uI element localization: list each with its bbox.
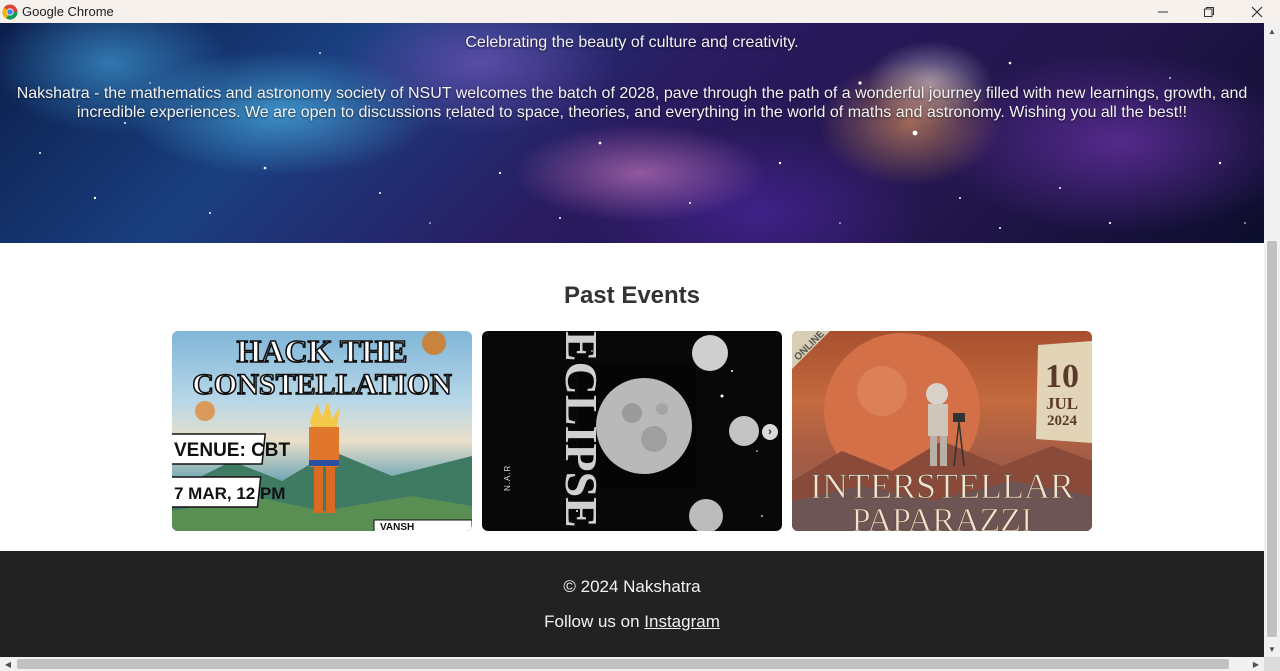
starfield-background [39, 47, 1246, 229]
hack-venue: VENUE: CBT [174, 440, 291, 461]
eclipse-vertical-text: ECLIPSE [556, 331, 607, 528]
paparazzi-title-line1: INTERSTELLAR [810, 466, 1074, 506]
scroll-right-arrow-icon[interactable]: ▶ [1248, 657, 1264, 671]
paparazzi-day: 10 [1045, 358, 1079, 395]
eclipse-small-text: N.A.R [503, 465, 512, 491]
hero-tagline: Celebrating the beauty of culture and cr… [465, 34, 799, 51]
vertical-scrollbar[interactable]: ▲ ▼ [1264, 23, 1280, 657]
browser-title-bar: Google Chrome [0, 0, 1280, 23]
eclipse-poster: ECLIPSE N.A.R [503, 331, 763, 531]
follow-text: Follow us on [544, 612, 645, 631]
hack-the-constellation-poster: HACK THE CONSTELLATION VENUE: CBT 7 MAR,… [172, 331, 472, 531]
scroll-up-arrow-icon[interactable]: ▲ [1264, 23, 1280, 39]
event-card-eclipse[interactable]: ECLIPSE N.A.R [482, 331, 782, 531]
scrollbar-corner [1264, 657, 1280, 671]
scroll-left-arrow-icon[interactable]: ◀ [0, 657, 16, 671]
minimize-button[interactable] [1140, 0, 1186, 23]
footer-copyright: © 2024 Nakshatra [563, 577, 701, 596]
carousel-next-button[interactable]: › [762, 424, 778, 440]
minimize-icon [1158, 11, 1168, 12]
hack-title-line2: CONSTELLATION [192, 368, 452, 401]
scroll-down-arrow-icon[interactable]: ▼ [1264, 641, 1280, 657]
past-events-title: Past Events [563, 282, 701, 309]
interstellar-paparazzi-poster: ONLINE 10 JUL 2024 INTERSTELLAR PAPARAZZ… [792, 331, 1092, 531]
chrome-logo-icon [2, 4, 18, 20]
hack-date: 7 MAR, 12 PM [174, 484, 285, 503]
instagram-link[interactable]: Instagram [644, 612, 720, 631]
paparazzi-month: JUL [1046, 394, 1078, 413]
vertical-scrollbar-thumb[interactable] [1267, 241, 1277, 637]
footer-follow: Follow us on Instagram [0, 612, 1264, 632]
paparazzi-title-line2: PAPARAZZI [852, 502, 1033, 531]
maximize-button[interactable] [1186, 0, 1232, 23]
horizontal-scrollbar[interactable]: ◀ ▶ [0, 657, 1264, 671]
event-card-hack-the-constellation[interactable]: HACK THE CONSTELLATION VENUE: CBT 7 MAR,… [172, 331, 472, 531]
maximize-icon [1204, 6, 1214, 17]
page-viewport: Celebrating the beauty of culture and cr… [0, 23, 1264, 657]
hero-banner: Celebrating the beauty of culture and cr… [0, 23, 1264, 243]
hack-credit: VANSH [380, 522, 414, 531]
past-events-carousel: HACK THE CONSTELLATION VENUE: CBT 7 MAR,… [172, 331, 1093, 531]
chevron-right-icon: › [768, 425, 772, 438]
window-title: Google Chrome [22, 4, 114, 19]
event-card-interstellar-paparazzi[interactable]: ONLINE 10 JUL 2024 INTERSTELLAR PAPARAZZ… [792, 331, 1092, 531]
close-icon [1251, 6, 1263, 17]
close-button[interactable] [1234, 0, 1280, 23]
hero-description: Nakshatra - the mathematics and astronom… [16, 85, 1248, 121]
paparazzi-year: 2024 [1047, 413, 1078, 429]
site-footer: © 2024 Nakshatra Follow us on Instagram [0, 551, 1264, 657]
horizontal-scrollbar-thumb[interactable] [17, 659, 1229, 669]
hack-title-line1: HACK THE [237, 333, 408, 369]
